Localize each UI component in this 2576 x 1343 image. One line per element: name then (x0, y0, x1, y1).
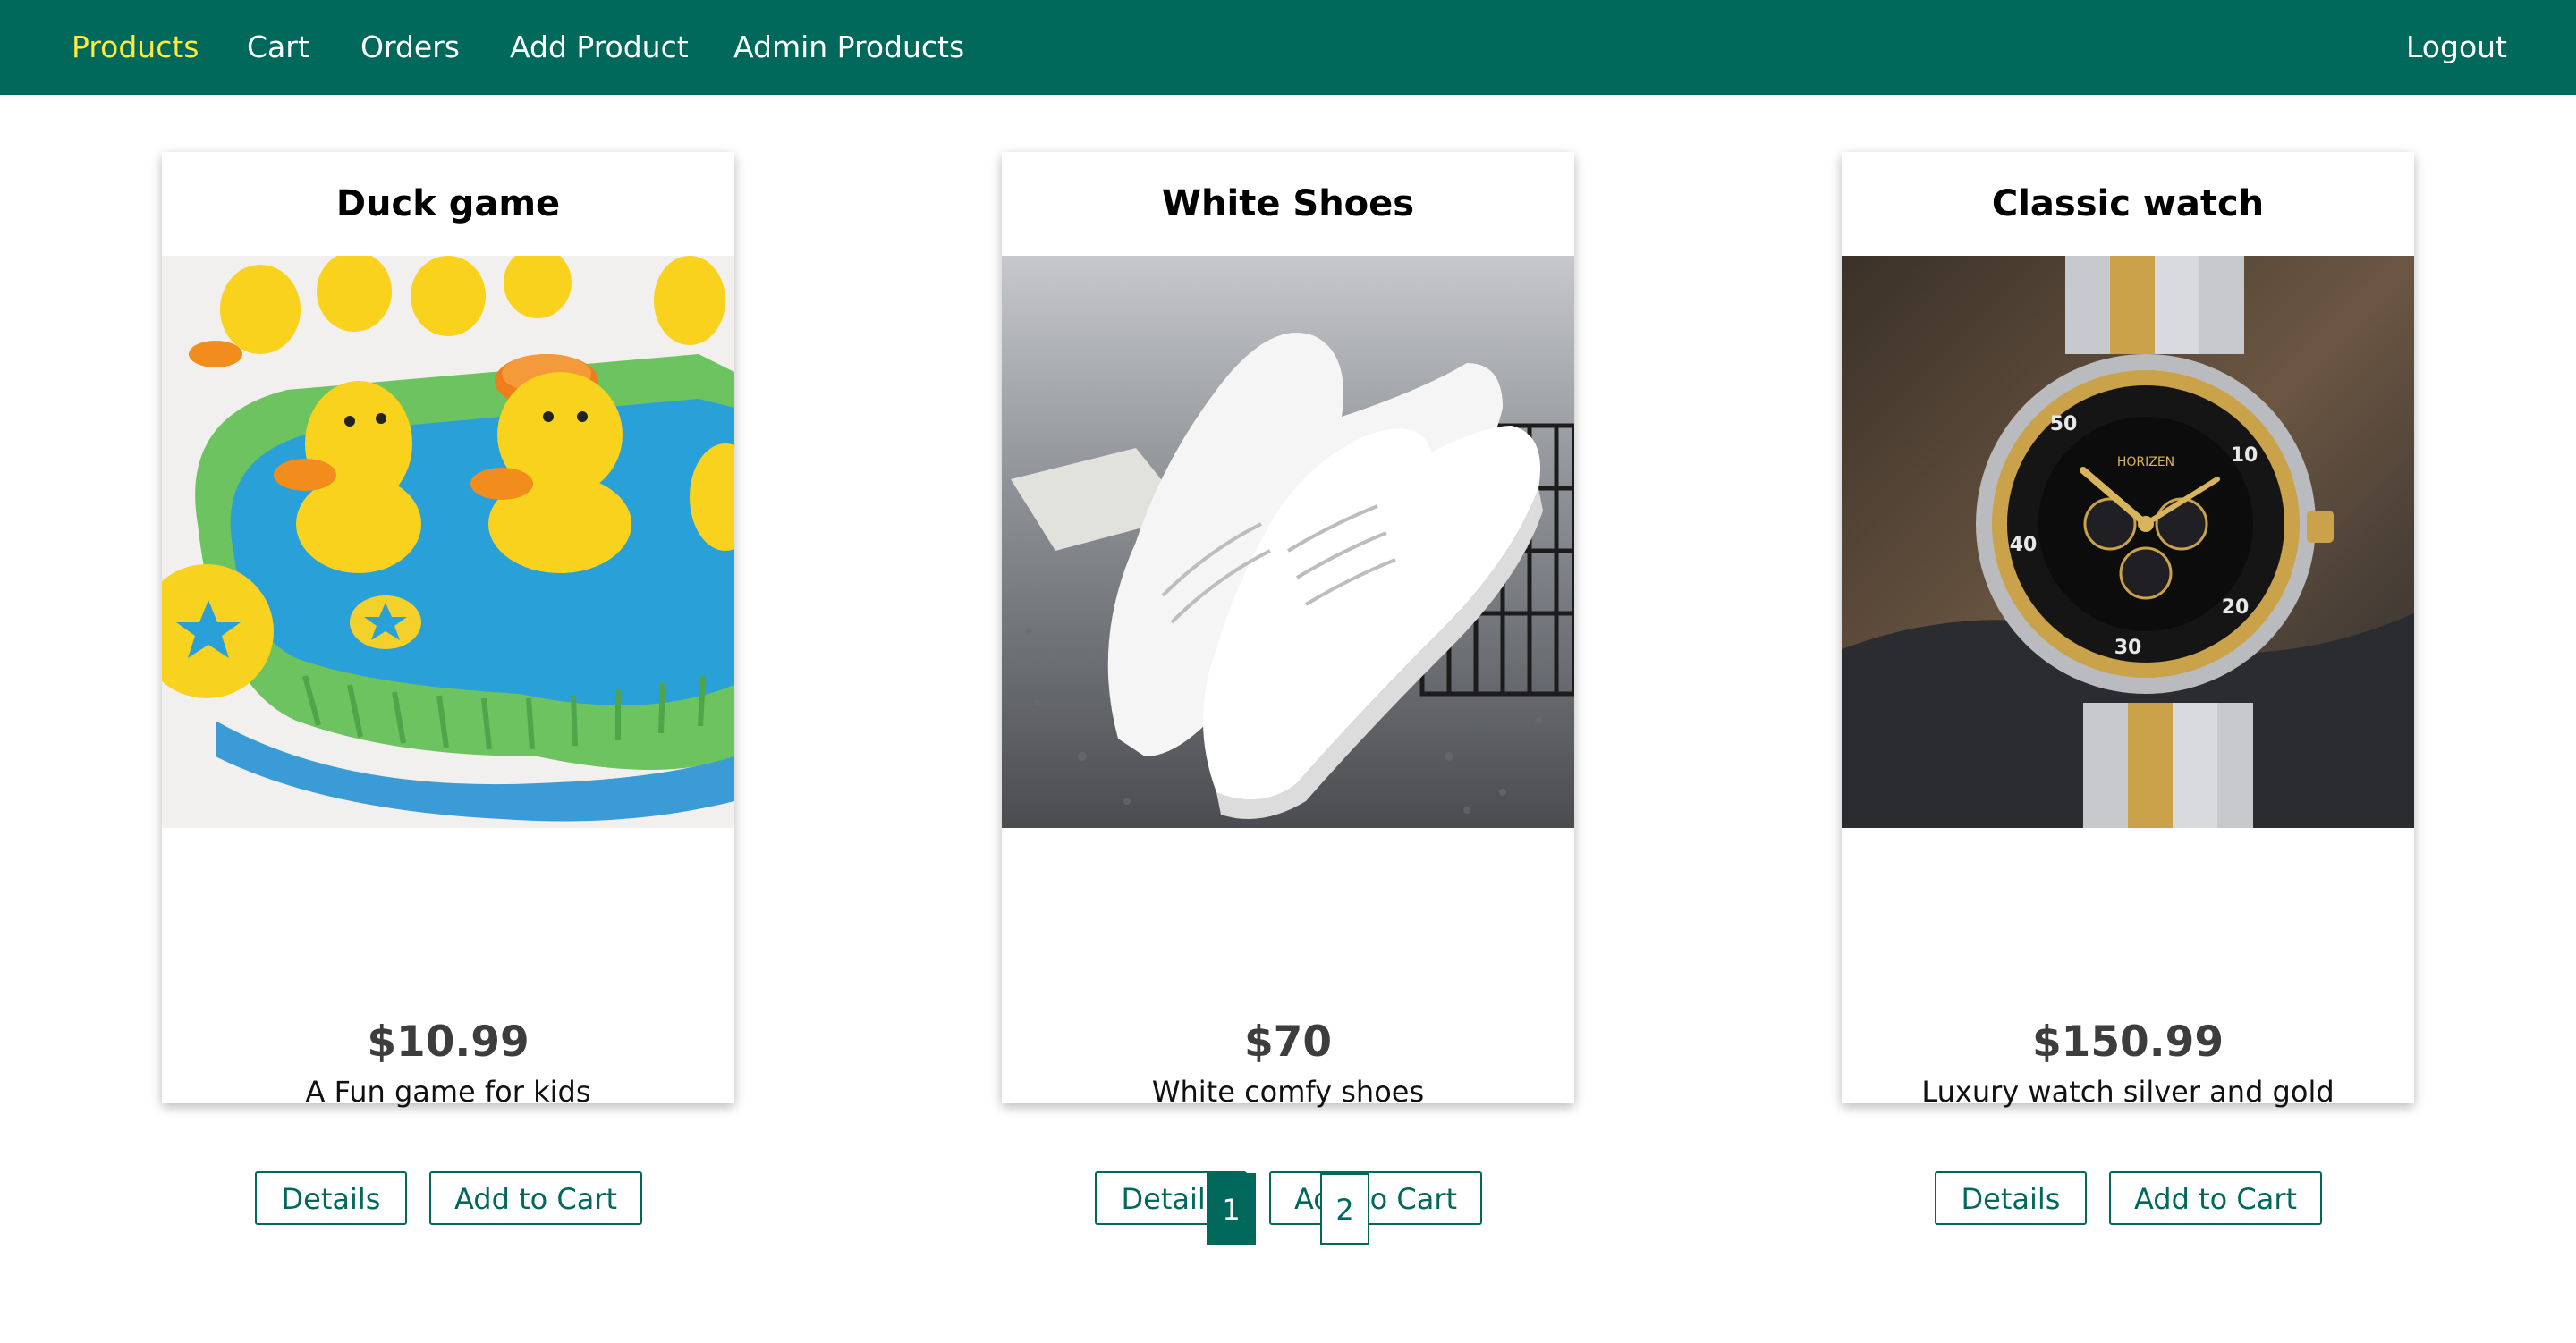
nav-admin-products-link[interactable]: Admin Products (733, 0, 964, 95)
details-button[interactable]: Details (255, 1171, 407, 1225)
add-to-cart-button[interactable]: Add to Cart (429, 1171, 642, 1225)
product-card-duck-game: Duck game $10.99 A Fun game for kids Det… (162, 152, 734, 1225)
logout-link[interactable]: Logout (2406, 0, 2507, 95)
page-button-1[interactable]: 1 (1207, 1173, 1256, 1245)
white-shoes-photo (1002, 256, 1574, 828)
product-price: $70 (1243, 1018, 1333, 1067)
product-description: White comfy shoes (1151, 1075, 1425, 1109)
svg-text:HORIZEN: HORIZEN (2117, 455, 2174, 469)
product-card-classic-watch: Classic watch 50 10 40 20 30 HORIZEN $15… (1842, 152, 2414, 1225)
classic-watch-photo: 50 10 40 20 30 HORIZEN (1842, 256, 2414, 828)
product-card-white-shoes: White Shoes $70 White comfy shoes Detail… (1002, 152, 1574, 1225)
product-price: $150.99 (2031, 1018, 2224, 1067)
svg-text:20: 20 (2222, 596, 2250, 619)
product-title: Duck game (335, 183, 561, 224)
add-to-cart-button[interactable]: Add to Cart (1269, 1171, 1482, 1225)
product-description: Luxury watch silver and gold (1921, 1075, 2334, 1109)
product-title: Classic watch (1991, 183, 2265, 224)
nav-add-product-link[interactable]: Add Product (510, 0, 689, 95)
product-image-white-shoes (1002, 256, 1574, 828)
svg-text:50: 50 (2050, 413, 2078, 435)
product-price: $10.99 (367, 1018, 530, 1067)
nav-products-link[interactable]: Products (72, 0, 199, 95)
nav-cart-link[interactable]: Cart (247, 0, 309, 95)
duck-game-photo (162, 256, 734, 828)
svg-text:40: 40 (2010, 534, 2038, 556)
product-image-duck-game (162, 256, 734, 828)
details-button[interactable]: Details (1935, 1171, 2087, 1225)
nav-orders-link[interactable]: Orders (360, 0, 460, 95)
add-to-cart-button[interactable]: Add to Cart (2109, 1171, 2322, 1225)
product-title: White Shoes (1161, 183, 1415, 224)
svg-text:10: 10 (2231, 444, 2258, 467)
svg-text:30: 30 (2114, 637, 2142, 659)
top-navbar: Products Cart Orders Add Product Admin P… (0, 0, 2576, 95)
product-image-classic-watch: 50 10 40 20 30 HORIZEN (1842, 256, 2414, 828)
product-description: A Fun game for kids (305, 1075, 591, 1109)
page-button-2[interactable]: 2 (1320, 1173, 1369, 1245)
